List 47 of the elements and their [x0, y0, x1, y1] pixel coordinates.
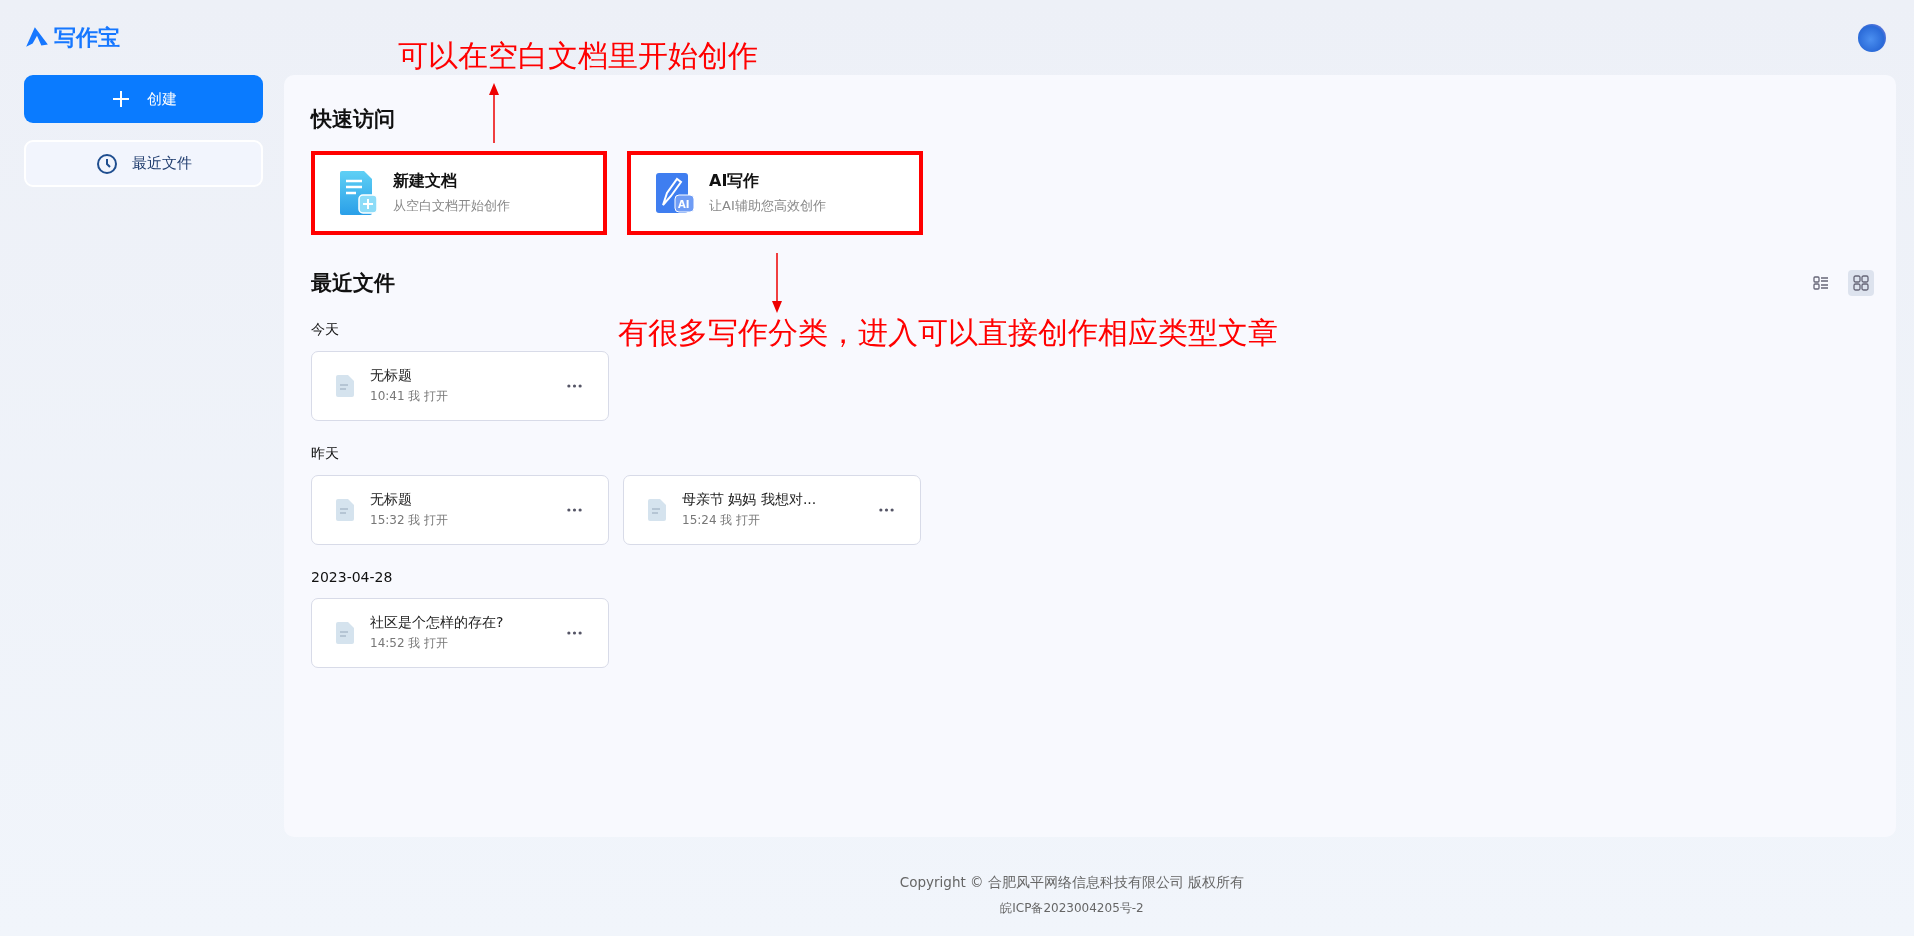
recent-files-nav[interactable]: 最近文件	[24, 140, 263, 187]
grid-view-button[interactable]	[1848, 270, 1874, 296]
document-plus-icon	[339, 171, 379, 215]
file-title: 社区是个怎样的存在?	[370, 614, 505, 632]
file-meta: 15:24 我 打开	[682, 512, 762, 529]
file-meta: 15:32 我 打开	[370, 512, 450, 529]
copyright-text: Copyright © 合肥风平网络信息科技有限公司 版权所有	[899, 874, 1245, 892]
file-title: 无标题	[370, 367, 413, 385]
avatar[interactable]	[1858, 23, 1886, 52]
card-title: AI写作	[709, 171, 761, 192]
section-title: 最近文件	[311, 270, 395, 297]
create-button[interactable]: 创建	[24, 75, 263, 123]
list-icon	[1813, 275, 1829, 291]
file-card[interactable]: 社区是个怎样的存在? 14:52 我 打开	[311, 598, 609, 668]
file-title: 母亲节 妈妈 我想对...	[682, 491, 818, 509]
file-meta: 10:41 我 打开	[370, 388, 450, 405]
document-icon	[336, 375, 354, 397]
logo-text: 写作宝	[54, 23, 120, 52]
more-icon[interactable]	[879, 508, 894, 512]
document-icon	[336, 499, 354, 521]
annotation-arrow	[488, 83, 500, 143]
file-card[interactable]: 无标题 10:41 我 打开	[311, 351, 609, 421]
grid-icon	[1853, 275, 1869, 291]
file-card[interactable]: 无标题 15:32 我 打开	[311, 475, 609, 545]
icp-link[interactable]: 皖ICP备2023004205号-2	[1000, 900, 1144, 917]
group-label: 昨天	[311, 445, 339, 461]
file-title: 无标题	[370, 491, 413, 509]
plus-icon	[110, 89, 131, 109]
group-label: 今天	[311, 321, 339, 337]
group-label: 2023-04-28	[311, 569, 393, 585]
card-title: 新建文档	[393, 171, 458, 192]
clock-icon	[95, 152, 118, 175]
document-icon	[336, 622, 354, 644]
annotation-text: 有很多写作分类，进入可以直接创作相应类型文章	[618, 314, 1278, 352]
card-subtitle: 让AI辅助您高效创作	[709, 197, 826, 215]
section-title: 快速访问	[311, 106, 396, 133]
quick-access-card[interactable]: 新建文档 从空白文档开始创作	[311, 151, 607, 235]
card-subtitle: 从空白文档开始创作	[393, 197, 510, 215]
file-card[interactable]: 母亲节 妈妈 我想对... 15:24 我 打开	[623, 475, 921, 545]
more-icon[interactable]	[567, 631, 582, 635]
quick-access-card[interactable]: AI AI写作 让AI辅助您高效创作	[627, 151, 923, 235]
annotation-text: 可以在空白文档里开始创作	[398, 37, 758, 75]
file-meta: 14:52 我 打开	[370, 635, 450, 652]
more-icon[interactable]	[567, 384, 582, 388]
annotation-arrow	[771, 253, 783, 313]
more-icon[interactable]	[567, 508, 582, 512]
document-icon	[648, 499, 666, 521]
